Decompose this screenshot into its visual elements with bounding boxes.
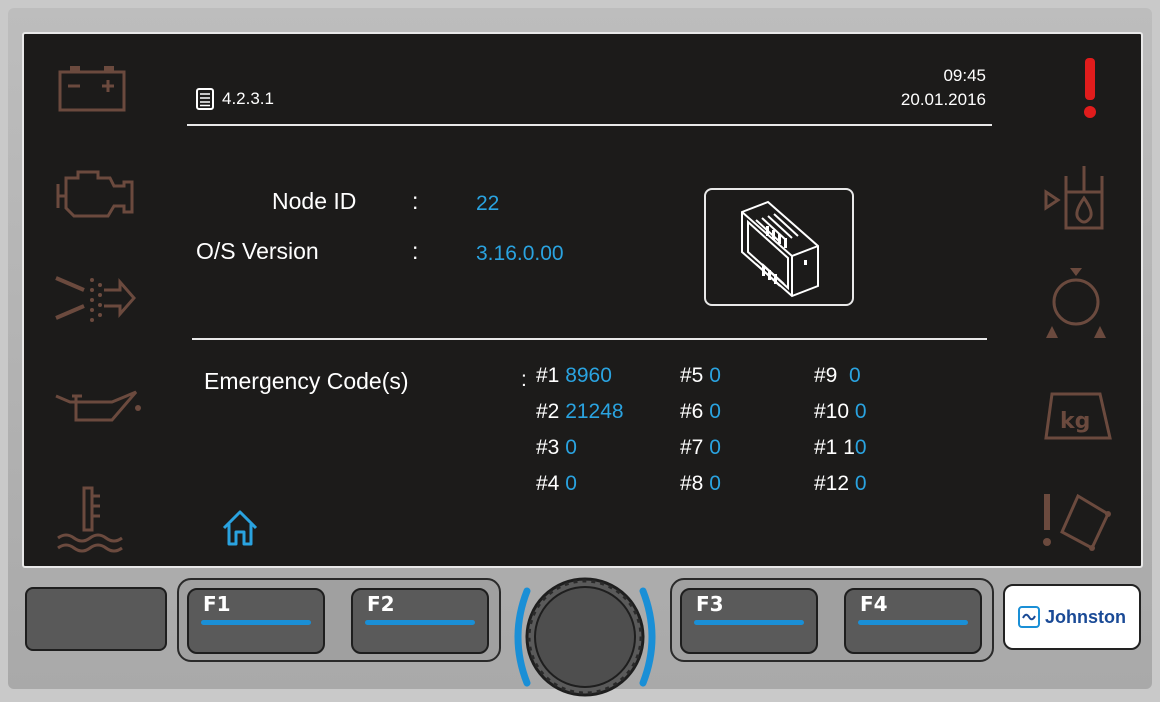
info-divider bbox=[192, 338, 987, 340]
header-divider bbox=[187, 124, 992, 126]
tilt-warning-icon bbox=[1038, 490, 1114, 556]
emergency-separator: : bbox=[521, 368, 527, 391]
johnston-logo-icon bbox=[1018, 606, 1040, 628]
os-version-label: O/S Version bbox=[196, 238, 319, 264]
brand-name: Johnston bbox=[1045, 606, 1126, 627]
clock-date: 20.01.2016 bbox=[900, 90, 986, 109]
code-item: #12 0 bbox=[814, 472, 867, 495]
f4-indicator bbox=[858, 620, 968, 625]
code-item: #2 21248 bbox=[536, 400, 624, 423]
rotary-knob[interactable] bbox=[505, 575, 665, 702]
f2-button[interactable]: F2 bbox=[351, 588, 489, 654]
weight-kg-icon: kg bbox=[1042, 390, 1114, 442]
code-item: #4 0 bbox=[536, 472, 577, 495]
code-item: #10 0 bbox=[814, 400, 867, 423]
controller-module-icon bbox=[741, 200, 819, 298]
os-version-value: 3.16.0.00 bbox=[476, 242, 564, 265]
oil-can-icon bbox=[52, 386, 144, 432]
menu-code: 4.2.3.1 bbox=[222, 89, 274, 108]
f2-label: F2 bbox=[367, 592, 395, 616]
node-id-value: 22 bbox=[476, 192, 500, 215]
controller-module-image bbox=[704, 188, 854, 306]
f1-indicator bbox=[201, 620, 311, 625]
os-version-separator: : bbox=[412, 238, 419, 264]
document-icon bbox=[196, 88, 214, 110]
pump-icon bbox=[1042, 266, 1110, 340]
svg-text:kg: kg bbox=[1060, 409, 1090, 434]
f1-button[interactable]: F1 bbox=[187, 588, 325, 654]
display-screen: kg 4.2.3.1 09:45 20.01.2016 Node ID : 22… bbox=[22, 32, 1143, 568]
f2-indicator bbox=[365, 620, 475, 625]
code-item: #1 10 bbox=[814, 436, 867, 459]
node-id-label: Node ID bbox=[272, 188, 357, 214]
f4-button[interactable]: F4 bbox=[844, 588, 982, 654]
datetime: 09:45 20.01.2016 bbox=[901, 64, 986, 112]
coolant-temp-icon bbox=[54, 484, 124, 556]
home-icon[interactable] bbox=[220, 508, 260, 553]
code-item: #3 0 bbox=[536, 436, 577, 459]
clock-time: 09:45 bbox=[943, 66, 986, 85]
brand-logo: Johnston bbox=[1003, 584, 1141, 650]
f1-label: F1 bbox=[203, 592, 231, 616]
f4-label: F4 bbox=[860, 592, 888, 616]
menu-header: 4.2.3.1 bbox=[196, 88, 274, 110]
code-item: #9 0 bbox=[814, 364, 861, 387]
f-button-group-left: F1 F2 bbox=[177, 578, 501, 662]
code-item: #5 0 bbox=[680, 364, 721, 387]
code-item: #8 0 bbox=[680, 472, 721, 495]
battery-icon bbox=[56, 62, 128, 112]
airflow-icon bbox=[54, 268, 138, 328]
hardware-controls: F1 F2 F3 F4 Johnston bbox=[0, 575, 1160, 697]
code-item: #6 0 bbox=[680, 400, 721, 423]
f3-label: F3 bbox=[696, 592, 724, 616]
f3-button[interactable]: F3 bbox=[680, 588, 818, 654]
f-button-group-right: F3 F4 bbox=[670, 578, 994, 662]
node-id-separator: : bbox=[412, 188, 419, 214]
code-item: #7 0 bbox=[680, 436, 721, 459]
code-item: #1 8960 bbox=[536, 364, 612, 387]
alert-icon bbox=[1080, 58, 1100, 125]
engine-icon bbox=[48, 164, 138, 224]
blank-button[interactable] bbox=[25, 587, 167, 651]
emergency-label: Emergency Code(s) bbox=[204, 368, 409, 394]
f3-indicator bbox=[694, 620, 804, 625]
water-tank-icon bbox=[1042, 162, 1110, 232]
